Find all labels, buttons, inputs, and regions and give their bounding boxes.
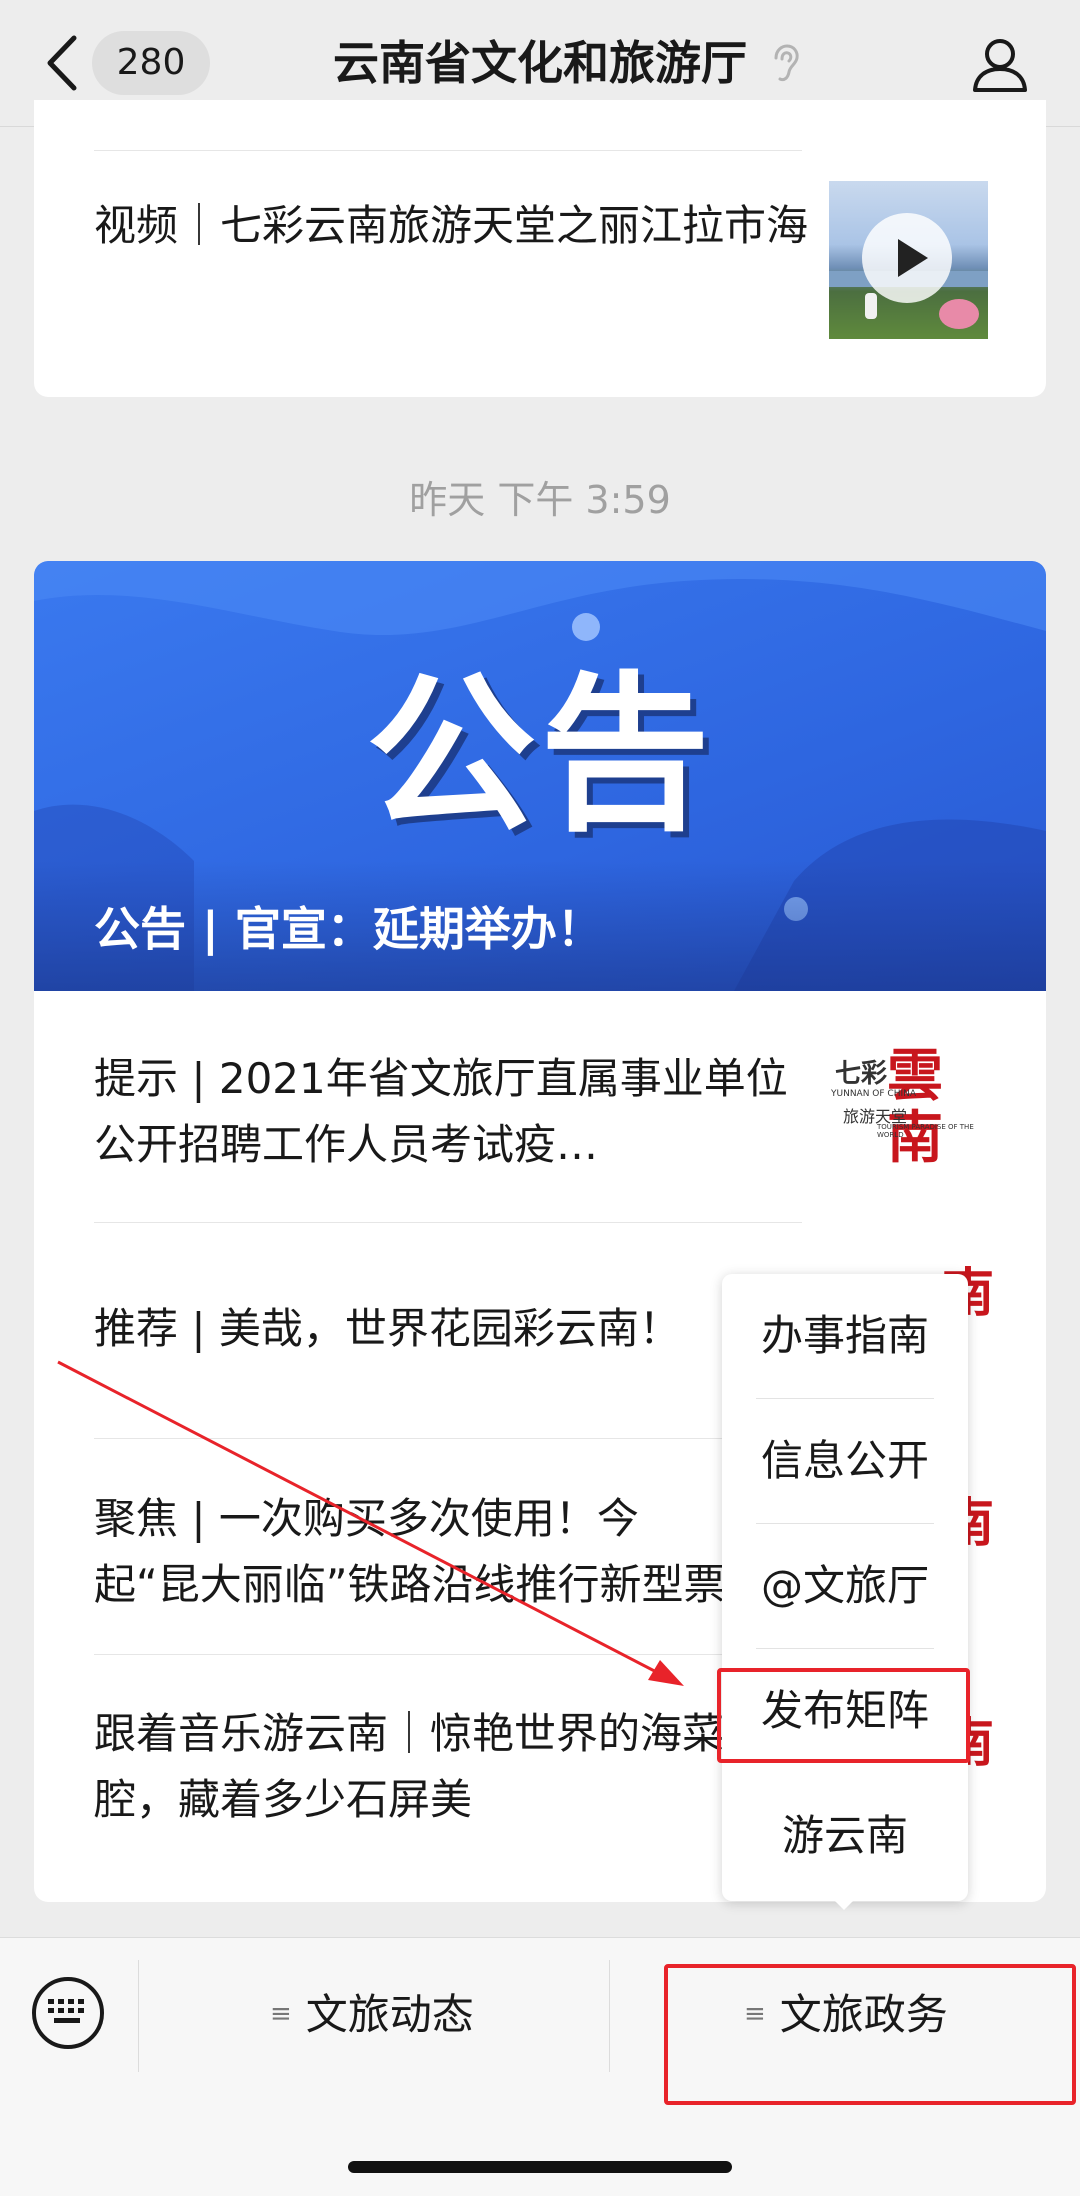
menu-item-tour-yunnan[interactable]: 游云南 [722, 1774, 968, 1898]
tab-label: 文旅动态 [305, 1990, 474, 2039]
divider [94, 1222, 802, 1223]
logo-text-en-top: YUNNAN OF CHINA [831, 1089, 917, 1099]
back-chevron-icon[interactable] [38, 30, 90, 96]
banner-caption: 公告 | 官宣：延期举办！ [94, 902, 603, 956]
keyboard-toggle-button[interactable] [32, 1977, 104, 2049]
menu-item-at-bureau[interactable]: @文旅厅 [722, 1524, 968, 1648]
popup-menu: 办事指南 信息公开 @文旅厅 发布矩阵 游云南 [722, 1274, 968, 1901]
tab-culture-tourism-news[interactable]: ≡ 文旅动态 [270, 1977, 474, 2053]
banner-headline: 公告 [365, 657, 714, 855]
article-item-title[interactable]: 推荐 | 美哉，世界花园彩云南！ [94, 1296, 804, 1362]
divider [94, 1438, 802, 1439]
message-timestamp: 昨天 下午 3:59 [409, 478, 671, 522]
divider [94, 1654, 802, 1655]
play-button[interactable] [862, 213, 952, 303]
yunnan-tourism-logo: 七彩 雲南 YUNNAN OF CHINA 旅游天堂 TOURISM PARAD… [829, 1041, 989, 1201]
page-title: 云南省文化和旅游厅 [333, 36, 747, 90]
logo-text-en-bottom: TOURISM PARADISE OF THE WORLD [877, 1123, 974, 1139]
profile-icon[interactable] [970, 34, 1030, 94]
article-item-title[interactable]: 视频｜七彩云南旅游天堂之丽江拉市海 [94, 193, 814, 259]
tab-divider [609, 1960, 610, 2072]
article-item-title[interactable]: 跟着音乐游云南｜惊艳世界的海菜腔，藏着多少石屏美 [94, 1701, 784, 1833]
highlight-box-affairs-tab [664, 1964, 1076, 2105]
popup-menu-pointer [830, 1896, 858, 1910]
menu-item-info-disclosure[interactable]: 信息公开 [722, 1399, 968, 1523]
divider [94, 150, 802, 151]
logo-text-small: 七彩 [835, 1059, 888, 1089]
home-indicator[interactable] [348, 2161, 732, 2173]
play-icon [898, 239, 928, 277]
tab-divider [138, 1960, 139, 2072]
ear-icon [774, 44, 799, 82]
menu-item-guide[interactable]: 办事指南 [722, 1274, 968, 1398]
highlight-box-publish-matrix [717, 1668, 970, 1763]
menu-lines-icon: ≡ [270, 1998, 292, 2029]
keyboard-icon [48, 1999, 84, 2023]
article-item-title[interactable]: 提示 | 2021年省文旅厅直属事业单位公开招聘工作人员考试疫… [94, 1046, 804, 1178]
flowers-shape [939, 299, 979, 329]
unread-count-badge[interactable]: 280 [92, 31, 210, 95]
article-item-title[interactable]: 聚焦 | 一次购买多次使用！今起“昆大丽临”铁路沿线推行新型票 [94, 1486, 744, 1618]
banner-image[interactable]: 公告 公告 | 官宣：延期举办！ [34, 561, 1046, 991]
